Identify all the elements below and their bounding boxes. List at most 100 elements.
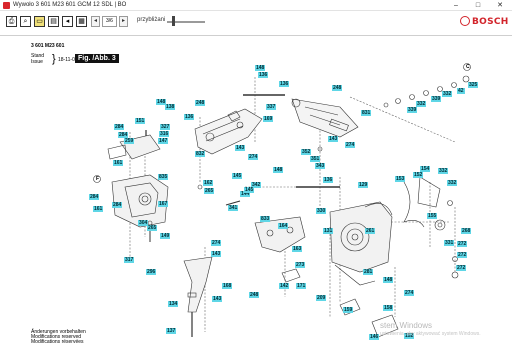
- page-number-field[interactable]: 3/6: [102, 16, 117, 27]
- part-callout[interactable]: 148: [273, 167, 284, 173]
- part-callout[interactable]: 248: [195, 100, 206, 106]
- part-callout[interactable]: 155: [427, 213, 438, 219]
- part-callout[interactable]: 337: [266, 104, 277, 110]
- part-callout[interactable]: 161: [113, 160, 124, 166]
- part-callout[interactable]: 352: [301, 149, 312, 155]
- part-callout[interactable]: 167: [158, 201, 169, 207]
- toolbar: ⎙ ⌕ ▭ ▤ ◂ ▦ ◂ 3/6 ▸ przybliżani BOSCH: [0, 11, 512, 36]
- part-callout[interactable]: 332: [442, 91, 453, 97]
- part-callout[interactable]: 332: [438, 168, 449, 174]
- part-callout[interactable]: 148: [255, 65, 266, 71]
- part-callout[interactable]: 832: [195, 151, 206, 157]
- part-callout[interactable]: 129: [358, 182, 369, 188]
- part-callout[interactable]: 131: [323, 228, 334, 234]
- part-callout[interactable]: 136: [184, 114, 195, 120]
- part-callout[interactable]: 261: [365, 228, 376, 234]
- part-callout[interactable]: 138: [165, 104, 176, 110]
- part-callout[interactable]: 343: [315, 163, 326, 169]
- part-callout[interactable]: 164: [278, 223, 289, 229]
- part-callout[interactable]: 142: [279, 283, 290, 289]
- part-callout[interactable]: 209: [316, 295, 327, 301]
- part-callout[interactable]: 158: [383, 305, 394, 311]
- part-callout[interactable]: 42: [457, 88, 465, 94]
- part-callout[interactable]: 143: [211, 251, 222, 257]
- part-callout[interactable]: 327: [160, 124, 171, 130]
- binoculars-icon[interactable]: ⌕: [20, 16, 31, 27]
- part-callout[interactable]: 143: [212, 296, 223, 302]
- screen-icon[interactable]: ▭: [34, 16, 45, 27]
- part-callout[interactable]: 330: [316, 208, 327, 214]
- part-callout[interactable]: 143: [235, 145, 246, 151]
- close-button[interactable]: ✕: [490, 0, 510, 11]
- part-callout[interactable]: 339: [407, 107, 418, 113]
- part-callout[interactable]: 341: [228, 205, 239, 211]
- part-callout[interactable]: 148: [383, 277, 394, 283]
- part-callout[interactable]: 248: [332, 85, 343, 91]
- zoom-slider-thumb[interactable]: [172, 16, 175, 26]
- prev-page-button[interactable]: ◂: [91, 16, 100, 27]
- part-callout[interactable]: 835: [158, 174, 169, 180]
- part-callout[interactable]: 268: [461, 228, 472, 234]
- doc-icon[interactable]: ▦: [76, 16, 87, 27]
- part-callout[interactable]: 134: [168, 301, 179, 307]
- part-callout[interactable]: 136: [258, 72, 269, 78]
- part-callout[interactable]: 316: [159, 131, 170, 137]
- part-callout[interactable]: 274: [404, 290, 415, 296]
- part-callout[interactable]: 272: [456, 265, 467, 271]
- part-callout[interactable]: 281: [363, 269, 374, 275]
- page-icon[interactable]: ▤: [48, 16, 59, 27]
- part-callout[interactable]: 274: [211, 240, 222, 246]
- stand-issue-label: Stand Issue: [31, 53, 45, 65]
- part-callout[interactable]: 136: [279, 81, 290, 87]
- part-callout[interactable]: 163: [292, 246, 303, 252]
- part-callout[interactable]: 152: [413, 172, 424, 178]
- part-callout[interactable]: 265: [147, 225, 158, 231]
- part-callout[interactable]: 351: [310, 156, 321, 162]
- part-callout[interactable]: 332: [416, 101, 427, 107]
- part-callout[interactable]: 325: [468, 82, 479, 88]
- part-callout[interactable]: 145: [244, 187, 255, 193]
- part-callout[interactable]: 145: [232, 173, 243, 179]
- part-callout[interactable]: 137: [166, 328, 177, 334]
- part-callout[interactable]: 147: [158, 138, 169, 144]
- part-callout[interactable]: 136: [323, 177, 334, 183]
- part-callout[interactable]: 273: [295, 262, 306, 268]
- part-callout[interactable]: 272: [457, 252, 468, 258]
- part-callout[interactable]: 259: [124, 138, 135, 144]
- part-callout[interactable]: 143: [328, 136, 339, 142]
- arrow-left-icon[interactable]: ◂: [62, 16, 73, 27]
- part-callout[interactable]: 332: [447, 180, 458, 186]
- part-callout[interactable]: 151: [135, 118, 146, 124]
- part-callout[interactable]: 831: [361, 110, 372, 116]
- part-callout[interactable]: 162: [203, 180, 214, 186]
- part-callout[interactable]: 284: [89, 194, 100, 200]
- bosch-mark-icon: [460, 16, 470, 26]
- part-callout[interactable]: 149: [160, 233, 171, 239]
- part-callout[interactable]: 331: [444, 240, 455, 246]
- part-callout[interactable]: 274: [248, 154, 259, 160]
- part-callout[interactable]: 296: [146, 269, 157, 275]
- maximize-button[interactable]: □: [468, 0, 488, 11]
- part-callout[interactable]: 169: [263, 116, 274, 122]
- minimize-button[interactable]: –: [446, 0, 466, 11]
- part-callout[interactable]: 171: [296, 283, 307, 289]
- next-page-button[interactable]: ▸: [119, 16, 128, 27]
- part-callout[interactable]: 248: [249, 292, 260, 298]
- part-callout[interactable]: 265: [204, 188, 215, 194]
- part-callout[interactable]: 168: [222, 283, 233, 289]
- part-callout[interactable]: 284: [112, 202, 123, 208]
- part-callout[interactable]: F: [95, 176, 100, 182]
- part-callout[interactable]: C: [465, 64, 471, 70]
- exploded-diagram: [93, 63, 471, 338]
- part-callout[interactable]: 146: [369, 334, 380, 340]
- part-callout[interactable]: 833: [260, 216, 271, 222]
- part-callout[interactable]: 153: [395, 176, 406, 182]
- part-callout[interactable]: 339: [431, 96, 442, 102]
- part-callout[interactable]: 272: [457, 241, 468, 247]
- part-callout[interactable]: 274: [345, 142, 356, 148]
- part-callout[interactable]: 159: [343, 307, 354, 313]
- part-callout[interactable]: 284: [114, 124, 125, 130]
- part-callout[interactable]: 317: [124, 257, 135, 263]
- part-callout[interactable]: 161: [93, 206, 104, 212]
- print-icon[interactable]: ⎙: [6, 16, 17, 27]
